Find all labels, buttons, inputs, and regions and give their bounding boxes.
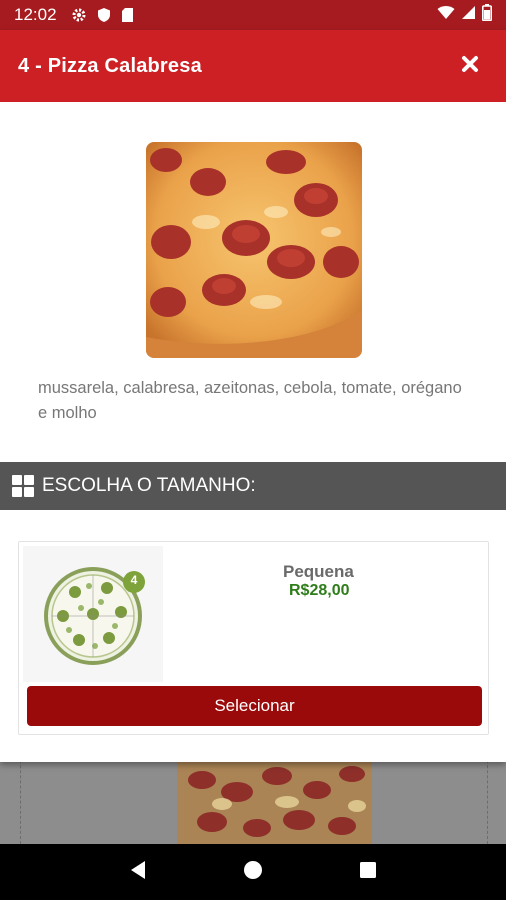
modal-title: 4 - Pizza Calabresa <box>18 54 202 77</box>
size-price: R$28,00 <box>289 582 350 599</box>
gear-icon <box>71 7 87 23</box>
battery-icon <box>482 4 492 26</box>
system-nav-bar <box>0 844 506 900</box>
pizza-size-thumbnail: 4 <box>23 546 163 682</box>
wifi-icon <box>437 5 455 25</box>
product-modal: 4 - Pizza Calabresa mussarela, calabresa… <box>0 30 506 762</box>
home-button[interactable] <box>233 852 273 892</box>
recents-button[interactable] <box>348 852 388 892</box>
product-description: mussarela, calabresa, azeitonas, cebola,… <box>38 379 462 422</box>
signal-icon <box>461 5 476 25</box>
close-button[interactable] <box>452 48 488 84</box>
size-section-header: ESCOLHA O TAMANHO: <box>0 462 506 510</box>
back-icon <box>129 860 147 885</box>
close-icon <box>461 55 479 78</box>
select-size-button[interactable]: Selecionar <box>27 686 482 726</box>
home-icon <box>243 860 263 885</box>
grid-icon <box>12 475 34 497</box>
background-product-photo <box>177 762 372 844</box>
modal-header: 4 - Pizza Calabresa <box>0 30 506 102</box>
size-name: Pequena <box>283 562 354 581</box>
status-bar: 12:02 <box>0 0 506 30</box>
slices-badge: 4 <box>130 573 138 587</box>
back-button[interactable] <box>118 852 158 892</box>
sd-card-icon <box>121 7 134 23</box>
status-time: 12:02 <box>14 5 57 24</box>
shield-icon <box>97 7 111 23</box>
product-photo <box>146 142 362 358</box>
size-option-card: 4 Pequena R$28,00 Selecionar <box>18 541 489 735</box>
recents-icon <box>359 861 377 884</box>
section-title: ESCOLHA O TAMANHO: <box>42 475 256 496</box>
